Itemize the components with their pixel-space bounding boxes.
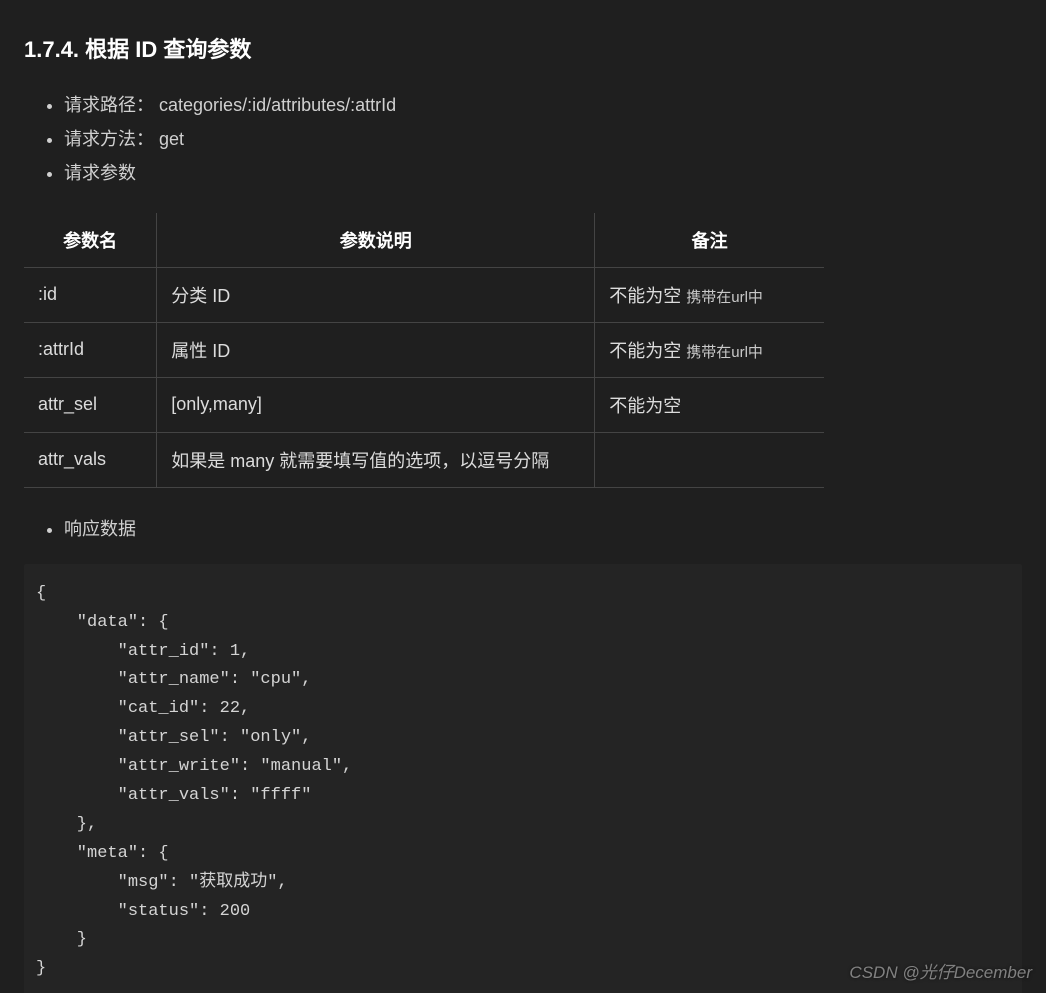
table-row: :id 分类 ID 不能为空 携带在url中 — [24, 267, 824, 322]
td-name: attr_sel — [24, 377, 157, 432]
note-main: 不能为空 — [609, 341, 681, 361]
td-desc: 分类 ID — [157, 267, 595, 322]
td-note: 不能为空 — [595, 377, 824, 432]
table-row: :attrId 属性 ID 不能为空 携带在url中 — [24, 322, 824, 377]
request-path-value: categories/:id/attributes/:attrId — [159, 95, 396, 115]
request-info-list: 请求路径： categories/:id/attributes/:attrId … — [24, 88, 1022, 191]
note-sub: 携带在url中 — [686, 289, 763, 306]
td-desc: [only,many] — [157, 377, 595, 432]
td-name: :attrId — [24, 322, 157, 377]
note-main: 不能为空 — [609, 286, 681, 306]
response-info-list: 响应数据 — [24, 512, 1022, 546]
table-header-row: 参数名 参数说明 备注 — [24, 213, 824, 268]
request-method-value: get — [159, 129, 184, 149]
td-name: attr_vals — [24, 432, 157, 487]
td-name: :id — [24, 267, 157, 322]
th-note: 备注 — [595, 213, 824, 268]
td-note: 不能为空 携带在url中 — [595, 322, 824, 377]
request-method-item: 请求方法： get — [64, 122, 1022, 156]
response-data-label: 响应数据 — [64, 519, 136, 539]
table-row: attr_vals 如果是 many 就需要填写值的选项，以逗号分隔 — [24, 432, 824, 487]
request-path-label: 请求路径： — [64, 95, 154, 115]
td-desc: 属性 ID — [157, 322, 595, 377]
section-number: 1.7.4. — [24, 37, 79, 62]
table-row: attr_sel [only,many] 不能为空 — [24, 377, 824, 432]
th-name: 参数名 — [24, 213, 157, 268]
params-table: 参数名 参数说明 备注 :id 分类 ID 不能为空 携带在url中 :attr… — [24, 213, 824, 488]
request-method-label: 请求方法： — [64, 129, 154, 149]
doc-page: 1.7.4. 根据 ID 查询参数 请求路径： categories/:id/a… — [0, 0, 1046, 993]
th-desc: 参数说明 — [157, 213, 595, 268]
request-params-item: 请求参数 — [64, 156, 1022, 190]
td-note — [595, 432, 824, 487]
note-main: 不能为空 — [609, 396, 681, 416]
request-path-item: 请求路径： categories/:id/attributes/:attrId — [64, 88, 1022, 122]
section-title-text: 根据 ID 查询参数 — [85, 37, 251, 62]
note-sub: 携带在url中 — [686, 344, 763, 361]
response-code-block: { "data": { "attr_id": 1, "attr_name": "… — [24, 564, 1022, 993]
response-data-item: 响应数据 — [64, 512, 1022, 546]
td-desc: 如果是 many 就需要填写值的选项，以逗号分隔 — [157, 432, 595, 487]
section-heading: 1.7.4. 根据 ID 查询参数 — [24, 32, 1022, 64]
td-note: 不能为空 携带在url中 — [595, 267, 824, 322]
request-params-label: 请求参数 — [64, 163, 136, 183]
